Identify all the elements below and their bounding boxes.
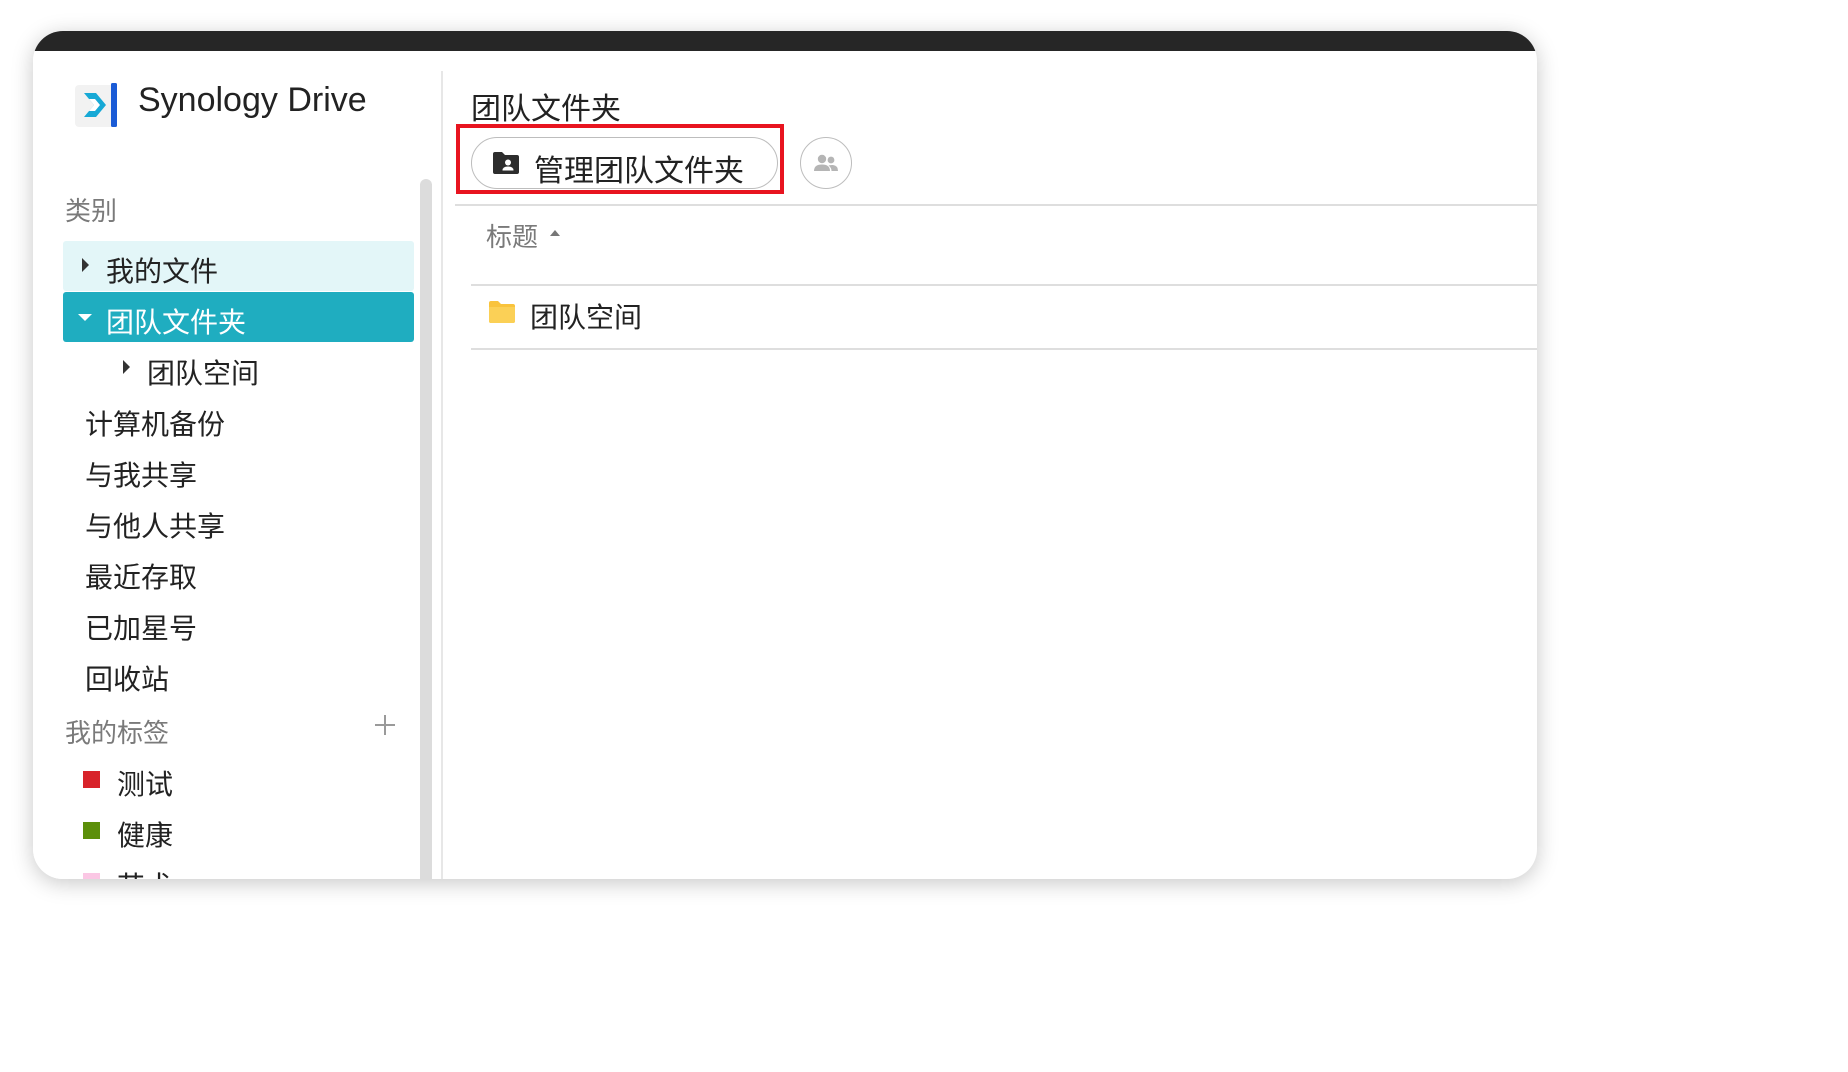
caret-right-icon[interactable] xyxy=(123,360,130,374)
sidebar-item-label: 已加星号 xyxy=(85,613,198,644)
tag-color-swatch xyxy=(83,873,100,879)
sidebar-item-label: 回收站 xyxy=(85,664,170,695)
tag-label: 测试 xyxy=(117,769,174,800)
main-panel: 团队文件夹 管理团队文件夹 标题 团队空间 xyxy=(443,51,1537,879)
sidebar-item-starred[interactable]: 已加星号 xyxy=(63,598,414,648)
toolbar-divider xyxy=(455,204,1537,206)
sidebar-item-shared-with-me[interactable]: 与我共享 xyxy=(63,445,414,495)
sidebar-item-shared-with-others[interactable]: 与他人共享 xyxy=(63,496,414,546)
add-tag-plus-icon[interactable] xyxy=(373,713,397,737)
sidebar-item-label: 计算机备份 xyxy=(85,409,226,440)
synology-drive-logo xyxy=(75,83,117,127)
users-icon xyxy=(814,154,838,171)
app-window: Synology Drive 类别 我的文件 团队文件夹 团队空间 计算机备份 … xyxy=(33,31,1537,879)
category-title: 类别 xyxy=(65,196,118,226)
sidebar-item-my-files[interactable]: 我的文件 xyxy=(63,241,414,291)
folder-icon xyxy=(489,301,515,323)
page-title: 团队文件夹 xyxy=(471,93,621,126)
folder-person-icon xyxy=(493,152,519,174)
table-row[interactable]: 团队空间 xyxy=(471,284,1537,348)
sort-ascending-icon[interactable] xyxy=(550,230,560,236)
tags-title: 我的标签 xyxy=(65,718,170,748)
tag-color-swatch xyxy=(83,771,100,788)
sidebar-item-label: 与他人共享 xyxy=(85,511,226,542)
sidebar-item-recent[interactable]: 最近存取 xyxy=(63,547,414,597)
sidebar-scrollbar[interactable] xyxy=(420,179,432,879)
sidebar-item-team-space[interactable]: 团队空间 xyxy=(63,343,414,393)
file-name: 团队空间 xyxy=(530,302,643,333)
members-button[interactable] xyxy=(800,137,852,189)
title-bar xyxy=(33,31,1537,51)
sidebar-item-label: 最近存取 xyxy=(85,562,198,593)
sidebar-item-pc-backup[interactable]: 计算机备份 xyxy=(63,394,414,444)
tag-label: 艺术 xyxy=(117,865,173,879)
app-name: Synology Drive xyxy=(138,81,367,119)
row-divider xyxy=(471,348,1537,350)
sidebar: Synology Drive 类别 我的文件 团队文件夹 团队空间 计算机备份 … xyxy=(33,51,442,879)
sidebar-item-label: 我的文件 xyxy=(106,256,219,287)
tag-color-swatch xyxy=(83,822,100,839)
manage-team-folder-button[interactable]: 管理团队文件夹 xyxy=(471,137,778,189)
sidebar-item-label: 团队文件夹 xyxy=(106,307,247,338)
sidebar-item-label: 与我共享 xyxy=(85,460,198,491)
caret-down-icon[interactable] xyxy=(78,314,92,321)
tag-label: 健康 xyxy=(117,820,174,851)
column-header-title[interactable]: 标题 xyxy=(486,217,538,254)
sidebar-item-recycle-bin[interactable]: 回收站 xyxy=(63,649,414,699)
sidebar-item-team-folders[interactable]: 团队文件夹 xyxy=(63,292,414,342)
manage-button-label: 管理团队文件夹 xyxy=(534,155,744,188)
sidebar-item-label: 团队空间 xyxy=(147,358,260,389)
caret-right-icon[interactable] xyxy=(82,258,89,272)
